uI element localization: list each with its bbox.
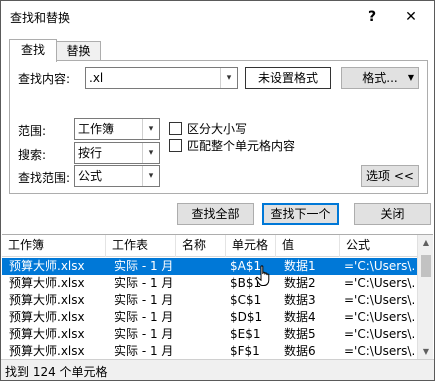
find-what-value: .xl [89, 71, 104, 85]
cell-sheet: 实际 - 1 月 [114, 276, 174, 290]
cell-formula: ='C:\Users\... [344, 276, 414, 290]
find-all-button[interactable]: 查找全部 [177, 203, 254, 225]
match-case-checkbox[interactable] [169, 122, 182, 135]
column-header-workbook[interactable]: 工作簿 [2, 235, 106, 257]
cell-formula: ='C:\Users\... [344, 259, 414, 273]
format-preview: 未设置格式 [245, 67, 331, 89]
cell-value: 数据3 [284, 293, 316, 307]
help-button[interactable]: ? [357, 3, 387, 31]
dialog-title: 查找和替换 [10, 11, 71, 25]
cell-sheet: 实际 - 1 月 [114, 259, 174, 273]
search-order-value: 按行 [78, 146, 103, 160]
cell-value: 数据2 [284, 276, 316, 290]
tab-find[interactable]: 查找 [9, 39, 57, 62]
cell-address: $D$1 [230, 310, 263, 324]
table-row[interactable]: 预算大师.xlsx 实际 - 1 月 $E$1 数据5 ='C:\Users\.… [2, 326, 417, 343]
chevron-down-icon[interactable]: ▾ [142, 119, 159, 139]
scroll-thumb[interactable] [421, 255, 431, 277]
cell-workbook: 预算大师.xlsx [9, 259, 85, 273]
search-label: 搜索: [18, 148, 47, 162]
cell-formula: ='C:\Users\... [344, 327, 414, 341]
cell-workbook: 预算大师.xlsx [9, 276, 85, 290]
table-row[interactable]: 预算大师.xlsx 实际 - 1 月 $D$1 数据4 ='C:\Users\.… [2, 309, 417, 326]
match-case-label: 区分大小写 [187, 122, 248, 136]
title-bar: 查找和替换 ? ✕ [1, 1, 434, 34]
cell-sheet: 实际 - 1 月 [114, 344, 174, 358]
match-entire-label: 匹配整个单元格内容 [187, 139, 296, 153]
cell-address: $C$1 [230, 293, 262, 307]
status-text: 找到 124 个单元格 [5, 365, 108, 379]
cell-workbook: 预算大师.xlsx [9, 327, 85, 341]
cell-sheet: 实际 - 1 月 [114, 310, 174, 324]
cell-workbook: 预算大师.xlsx [9, 310, 85, 324]
vertical-scrollbar[interactable]: ▲ ▼ [417, 235, 433, 360]
cell-sheet: 实际 - 1 月 [114, 327, 174, 341]
column-header-cell[interactable]: 单元格 [226, 235, 276, 257]
match-entire-checkbox[interactable] [169, 139, 182, 152]
cell-address: $F$1 [230, 344, 260, 358]
chevron-down-icon[interactable]: ▾ [142, 166, 159, 186]
cell-formula: ='C:\Users\... [344, 310, 414, 324]
cell-value: 数据5 [284, 327, 316, 341]
hand-cursor-icon [255, 265, 270, 286]
cell-formula: ='C:\Users\... [344, 344, 414, 358]
cell-address: $E$1 [230, 327, 261, 341]
cell-value: 数据1 [284, 259, 316, 273]
caret-down-icon: ▼ [407, 73, 414, 82]
scope-select[interactable]: 工作簿 ▾ [74, 118, 160, 140]
table-row[interactable]: 预算大师.xlsx 实际 - 1 月 $A$1 数据1 ='C:\Users\.… [2, 258, 417, 275]
column-header-value[interactable]: 值 [276, 235, 340, 257]
scroll-up-icon[interactable]: ▲ [418, 235, 434, 251]
search-order-select[interactable]: 按行 ▾ [74, 142, 160, 164]
chevron-down-icon[interactable]: ▾ [142, 143, 159, 163]
find-next-button[interactable]: 查找下一个 [262, 203, 339, 225]
cell-workbook: 预算大师.xlsx [9, 293, 85, 307]
cell-value: 数据4 [284, 310, 316, 324]
table-row[interactable]: 预算大师.xlsx 实际 - 1 月 $B$1 数据2 ='C:\Users\.… [2, 275, 417, 292]
close-button[interactable]: 关闭 [354, 203, 431, 225]
cell-sheet: 实际 - 1 月 [114, 293, 174, 307]
results-list[interactable]: 工作簿 工作表 名称 单元格 值 公式 预算大师.xlsx 实际 - 1 月 $… [2, 234, 433, 360]
scroll-down-icon[interactable]: ▼ [418, 344, 434, 360]
format-button-label: 格式... [362, 71, 398, 85]
column-header-sheet[interactable]: 工作表 [106, 235, 176, 257]
cell-workbook: 预算大师.xlsx [9, 344, 85, 358]
look-in-select[interactable]: 公式 ▾ [74, 165, 160, 187]
tab-replace[interactable]: 替换 [57, 41, 101, 61]
find-panel: 查找内容: .xl ▾ 未设置格式 格式... ▼ 范围: 工作簿 ▾ 搜索: … [9, 60, 428, 194]
look-in-value: 公式 [78, 169, 103, 183]
column-header-name[interactable]: 名称 [176, 235, 226, 257]
find-what-input[interactable]: .xl ▾ [85, 67, 238, 89]
scope-value: 工作簿 [78, 122, 115, 136]
format-button[interactable]: 格式... ▼ [341, 67, 419, 89]
table-row[interactable]: 预算大师.xlsx 实际 - 1 月 $F$1 数据6 ='C:\Users\.… [2, 343, 417, 360]
status-bar: 找到 124 个单元格 [1, 359, 434, 380]
cell-formula: ='C:\Users\... [344, 293, 414, 307]
scope-label: 范围: [18, 124, 47, 138]
results-header: 工作簿 工作表 名称 单元格 值 公式 [2, 235, 417, 257]
cell-value: 数据6 [284, 344, 316, 358]
chevron-down-icon[interactable]: ▾ [220, 68, 237, 88]
close-icon[interactable]: ✕ [396, 3, 426, 31]
table-row[interactable]: 预算大师.xlsx 实际 - 1 月 $C$1 数据3 ='C:\Users\.… [2, 292, 417, 309]
find-what-label: 查找内容: [18, 72, 71, 86]
look-in-label: 查找范围: [18, 171, 71, 185]
column-header-formula[interactable]: 公式 [340, 235, 417, 257]
options-button[interactable]: 选项 << [361, 165, 419, 187]
find-replace-dialog: 查找和替换 ? ✕ 查找 替换 查找内容: .xl ▾ 未设置格式 格式... … [0, 0, 435, 381]
